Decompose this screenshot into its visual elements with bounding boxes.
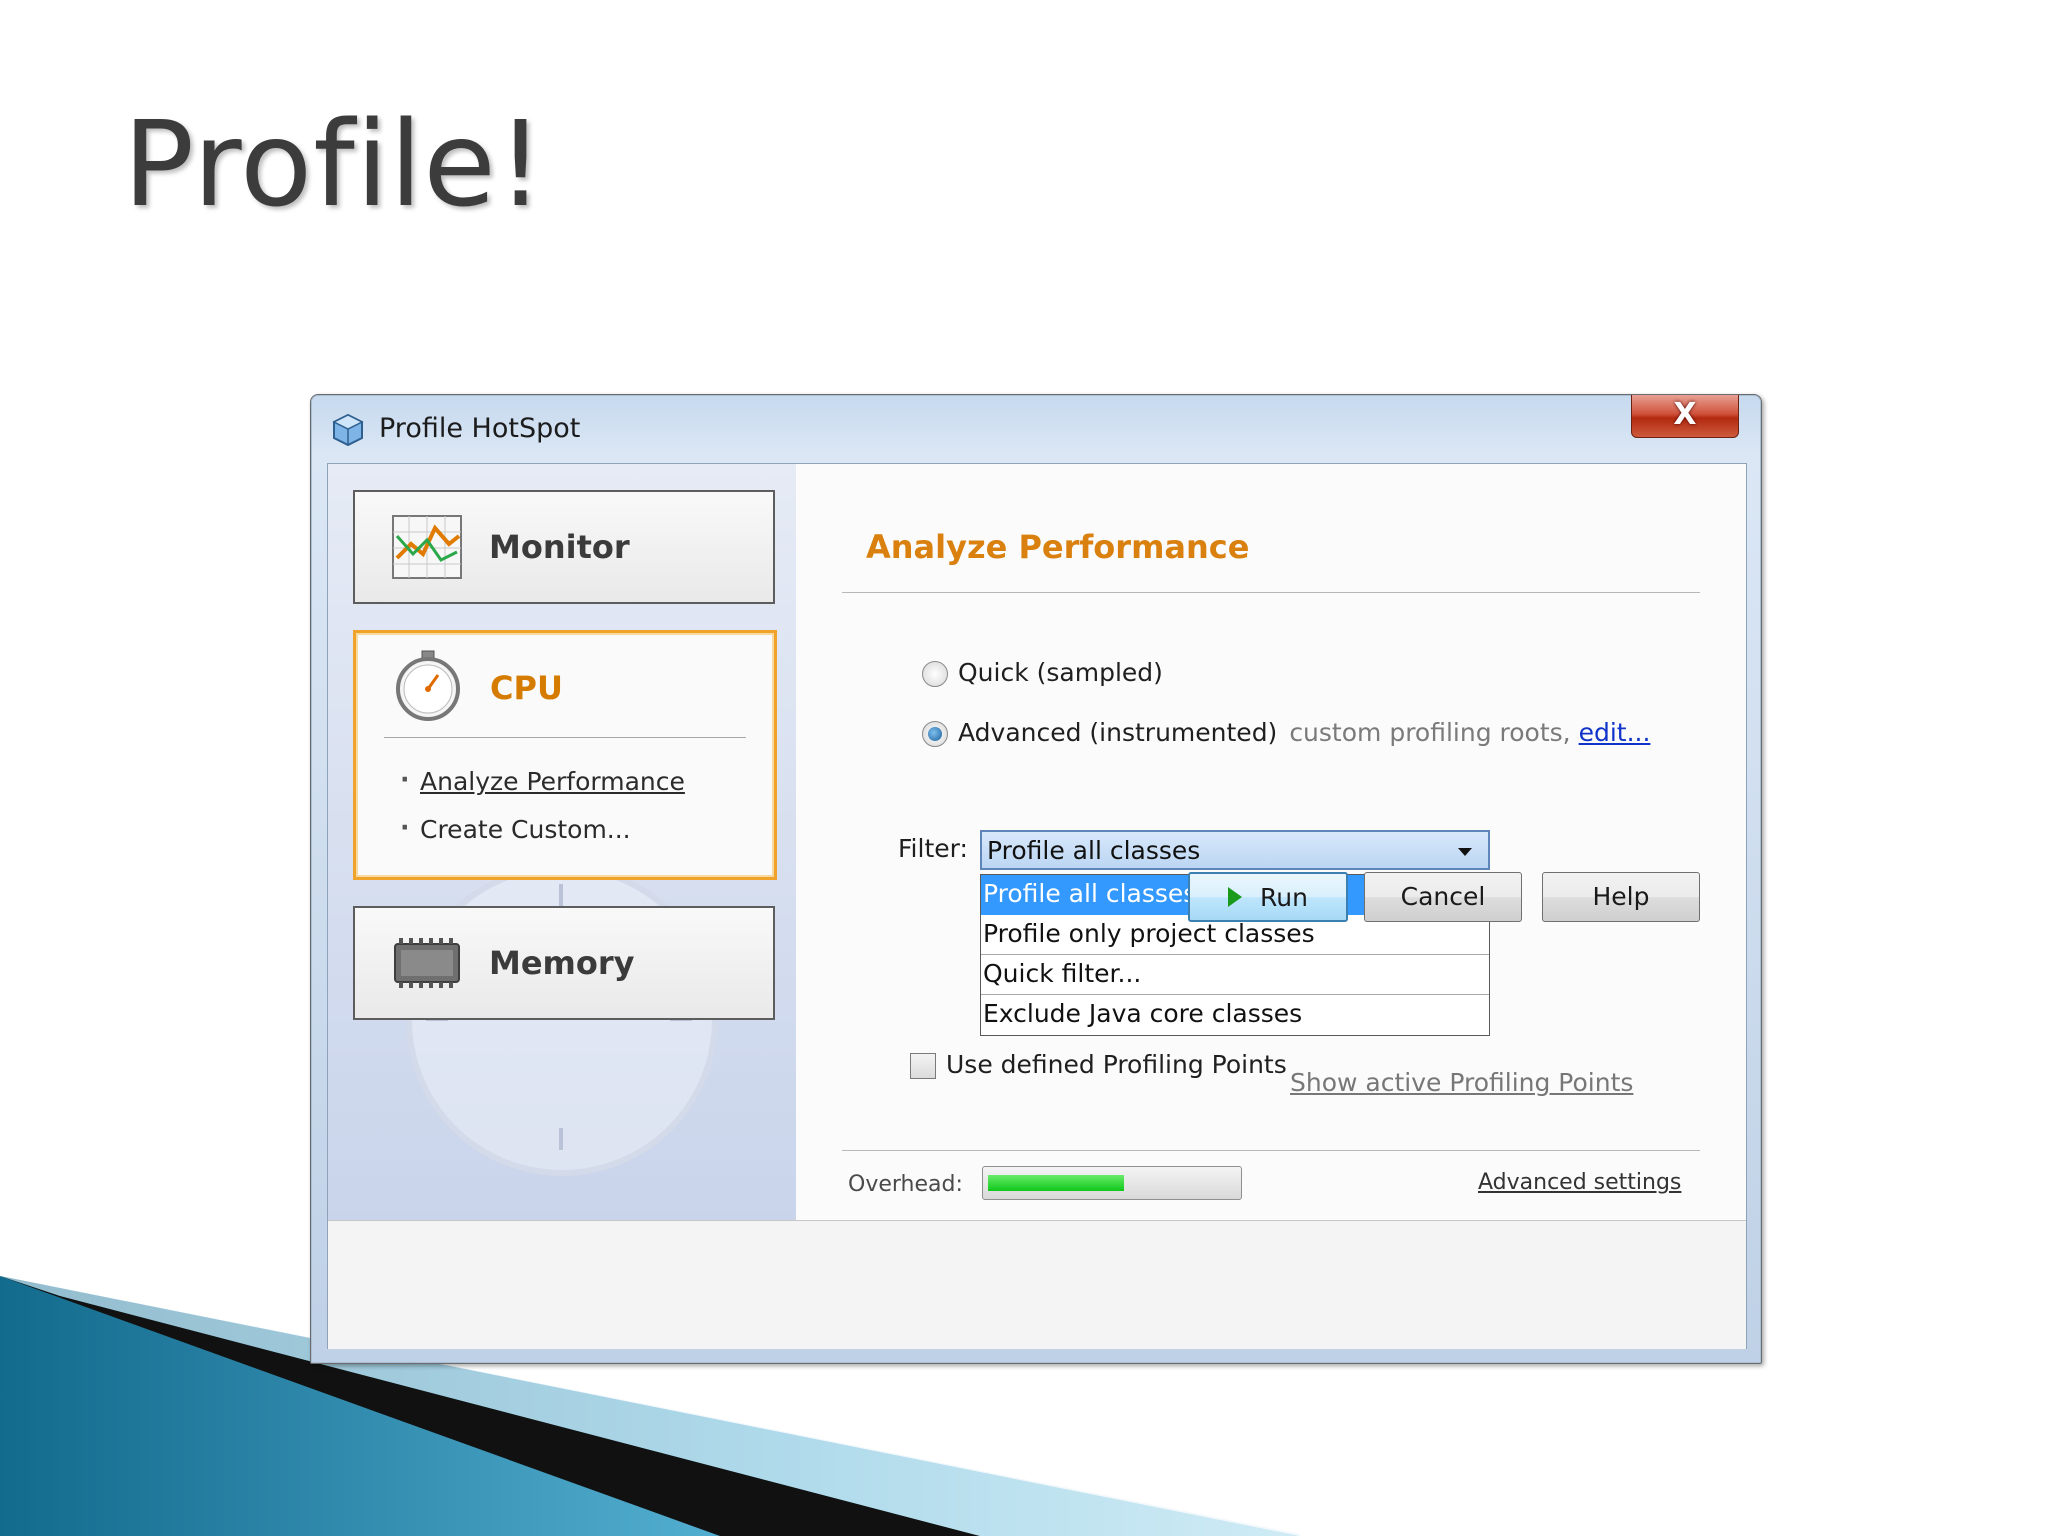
quick-mode-label: Quick (sampled) bbox=[958, 658, 1163, 687]
advanced-mode-option[interactable]: Advanced (instrumented) custom profiling … bbox=[922, 718, 1650, 747]
category-pane: Monitor CPU Analyze Performance Create C… bbox=[328, 464, 796, 1220]
stopwatch-icon bbox=[396, 650, 460, 721]
dialog-body: Monitor CPU Analyze Performance Create C… bbox=[327, 463, 1747, 1349]
use-profiling-points-label: Use defined Profiling Points bbox=[946, 1050, 1287, 1079]
filter-label: Filter: bbox=[898, 834, 968, 863]
cpu-card[interactable]: CPU Analyze Performance Create Custom... bbox=[353, 630, 777, 880]
profiling-roots-hint: custom profiling roots, bbox=[1289, 718, 1571, 747]
help-button[interactable]: Help bbox=[1542, 872, 1700, 922]
use-profiling-points-option[interactable]: Use defined Profiling Points bbox=[910, 1050, 1287, 1079]
filter-option-quick-filter[interactable]: Quick filter... bbox=[981, 955, 1489, 995]
overhead-meter-fill bbox=[988, 1175, 1124, 1191]
advanced-settings-link[interactable]: Advanced settings bbox=[1478, 1170, 1681, 1195]
advanced-mode-label: Advanced (instrumented) bbox=[958, 718, 1278, 747]
memory-chip-icon bbox=[394, 938, 460, 988]
chart-icon bbox=[392, 515, 462, 579]
quick-mode-option[interactable]: Quick (sampled) bbox=[922, 658, 1163, 687]
play-icon bbox=[1228, 887, 1243, 907]
filter-option-exclude-core[interactable]: Exclude Java core classes bbox=[981, 995, 1489, 1035]
show-profiling-points-link[interactable]: Show active Profiling Points bbox=[1290, 1068, 1633, 1097]
button-bar bbox=[328, 1220, 1746, 1349]
section-divider bbox=[842, 592, 1700, 593]
section-title: Analyze Performance bbox=[866, 528, 1250, 566]
monitor-label: Monitor bbox=[489, 528, 630, 566]
edit-roots-link[interactable]: edit... bbox=[1579, 718, 1651, 747]
cancel-button[interactable]: Cancel bbox=[1364, 872, 1522, 922]
advanced-mode-radio[interactable] bbox=[922, 721, 948, 747]
quick-mode-radio[interactable] bbox=[922, 661, 948, 687]
memory-card[interactable]: Memory bbox=[353, 906, 775, 1020]
window-title: Profile HotSpot bbox=[379, 413, 581, 444]
overhead-label: Overhead: bbox=[848, 1172, 963, 1197]
memory-label: Memory bbox=[489, 944, 635, 982]
filter-combobox[interactable]: Profile all classes bbox=[980, 830, 1490, 870]
cube-icon bbox=[332, 413, 364, 447]
create-custom-link[interactable]: Create Custom... bbox=[400, 813, 631, 844]
use-profiling-points-checkbox[interactable] bbox=[910, 1053, 936, 1079]
cpu-label: CPU bbox=[490, 669, 563, 707]
slide-title: Profile! bbox=[123, 95, 546, 233]
analyze-performance-link[interactable]: Analyze Performance bbox=[400, 765, 685, 796]
run-label: Run bbox=[1260, 883, 1308, 912]
close-button[interactable]: X bbox=[1631, 395, 1739, 438]
filter-selected-value: Profile all classes bbox=[987, 836, 1201, 865]
overhead-divider bbox=[842, 1150, 1700, 1151]
settings-pane: Analyze Performance Quick (sampled) Adva… bbox=[796, 464, 1746, 1220]
run-button[interactable]: Run bbox=[1188, 872, 1348, 922]
chevron-down-icon[interactable] bbox=[1458, 848, 1472, 856]
monitor-card[interactable]: Monitor bbox=[353, 490, 775, 604]
title-bar[interactable]: Profile HotSpot X bbox=[311, 395, 1761, 463]
cpu-divider bbox=[384, 737, 746, 738]
overhead-meter bbox=[982, 1166, 1242, 1200]
